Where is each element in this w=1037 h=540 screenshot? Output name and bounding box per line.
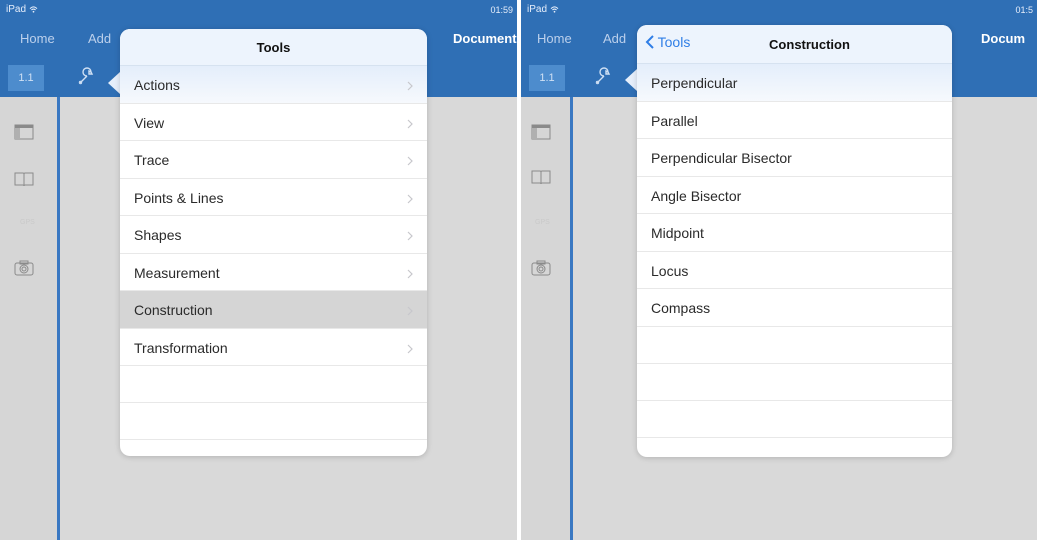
- wrench-icon[interactable]: [76, 65, 98, 92]
- home-button[interactable]: Home: [537, 31, 572, 46]
- menu-item-perpendicular[interactable]: Perpendicular: [637, 64, 952, 102]
- menu-item-parallel[interactable]: Parallel: [637, 102, 952, 139]
- menu-item-transformation[interactable]: Transformation: [120, 329, 427, 366]
- carrier-label: iPad: [6, 4, 38, 15]
- book-icon[interactable]: [14, 171, 34, 192]
- menu-item-label: Parallel: [651, 112, 698, 129]
- add-button[interactable]: Add: [603, 31, 626, 46]
- clock: 01:59: [490, 5, 513, 15]
- menu-item-angle-bisector[interactable]: Angle Bisector: [637, 177, 952, 214]
- menu-item-label: Angle Bisector: [651, 187, 742, 204]
- popover-title: Tools: [256, 40, 291, 55]
- menu-item-perpendicular-bisector[interactable]: Perpendicular Bisector: [637, 139, 952, 177]
- status-bar: iPad 01:5: [521, 0, 1037, 20]
- menu-item-label: Points & Lines: [134, 189, 224, 206]
- popover-title: Construction: [769, 37, 850, 52]
- chevron-right-icon: [407, 116, 413, 132]
- menu-item-label: Locus: [651, 262, 689, 279]
- chevron-right-icon: [407, 191, 413, 207]
- camera-icon[interactable]: [531, 260, 551, 281]
- menu-item-shapes[interactable]: Shapes: [120, 216, 427, 254]
- empty-row: [637, 401, 952, 438]
- page-sorter-icon[interactable]: [14, 124, 34, 145]
- popover-arrow: [108, 72, 120, 94]
- menu-item-label: Shapes: [134, 227, 182, 243]
- wifi-icon: [550, 6, 559, 13]
- menu-item-view[interactable]: View: [120, 104, 427, 141]
- right-screen: iPad 01:5 Home Add Docum 1.1 GPS Tools C…: [521, 0, 1037, 540]
- document-button[interactable]: Document: [453, 31, 517, 46]
- popover-header: Tools: [120, 29, 427, 66]
- menu-item-label: Measurement: [134, 264, 220, 281]
- carrier-label: iPad: [527, 4, 559, 15]
- gps-icon: GPS: [535, 219, 550, 226]
- menu-item-midpoint[interactable]: Midpoint: [637, 214, 952, 252]
- menu-item-label: Actions: [134, 77, 180, 93]
- document-button[interactable]: Docum: [981, 31, 1025, 46]
- camera-icon[interactable]: [14, 260, 34, 281]
- wifi-icon: [29, 6, 38, 13]
- popover-header: Tools Construction: [637, 25, 952, 64]
- chevron-right-icon: [407, 228, 413, 244]
- empty-row: [637, 327, 952, 364]
- menu-item-label: Perpendicular Bisector: [651, 150, 792, 166]
- add-button[interactable]: Add: [88, 31, 111, 46]
- menu-item-trace[interactable]: Trace: [120, 141, 427, 179]
- menu-item-actions[interactable]: Actions: [120, 66, 427, 104]
- home-button[interactable]: Home: [20, 31, 55, 46]
- menu-item-construction[interactable]: Construction: [120, 291, 427, 329]
- menu-item-label: Perpendicular: [651, 75, 738, 91]
- menu-item-points-lines[interactable]: Points & Lines: [120, 179, 427, 216]
- page-tab[interactable]: 1.1: [8, 65, 44, 91]
- status-bar: iPad 01:59: [0, 0, 517, 20]
- menu-item-label: Construction: [134, 302, 213, 318]
- chevron-right-icon: [407, 153, 413, 169]
- menu-item-label: Trace: [134, 152, 170, 168]
- menu-item-measurement[interactable]: Measurement: [120, 254, 427, 291]
- clock: 01:5: [1015, 5, 1033, 15]
- page-sorter-icon[interactable]: [531, 124, 551, 145]
- chevron-right-icon: [407, 341, 413, 357]
- gps-icon: GPS: [20, 219, 35, 226]
- chevron-right-icon: [407, 78, 413, 94]
- popover-arrow: [625, 69, 637, 91]
- left-screen: iPad 01:59 Home Add Document 1.1 GPS Too…: [0, 0, 517, 540]
- menu-item-locus[interactable]: Locus: [637, 252, 952, 289]
- wrench-icon[interactable]: [593, 65, 615, 92]
- empty-row: [637, 364, 952, 401]
- chevron-right-icon: [407, 303, 413, 319]
- menu-item-label: View: [134, 114, 165, 131]
- chevron-left-icon: [645, 35, 654, 49]
- book-icon[interactable]: [531, 169, 551, 190]
- menu-item-compass[interactable]: Compass: [637, 289, 952, 327]
- menu-item-label: Midpoint: [651, 225, 704, 241]
- menu-item-label: Transformation: [134, 339, 228, 356]
- sidebar: GPS: [0, 97, 60, 540]
- page-tab[interactable]: 1.1: [529, 65, 565, 91]
- empty-row: [120, 366, 427, 403]
- empty-row: [120, 403, 427, 440]
- chevron-right-icon: [407, 266, 413, 282]
- construction-popover: Tools Construction Perpendicular Paralle…: [637, 25, 952, 457]
- sidebar: GPS: [521, 97, 573, 540]
- menu-item-label: Compass: [651, 300, 711, 316]
- tools-popover: Tools Actions View Trace Points & Lines …: [120, 29, 427, 456]
